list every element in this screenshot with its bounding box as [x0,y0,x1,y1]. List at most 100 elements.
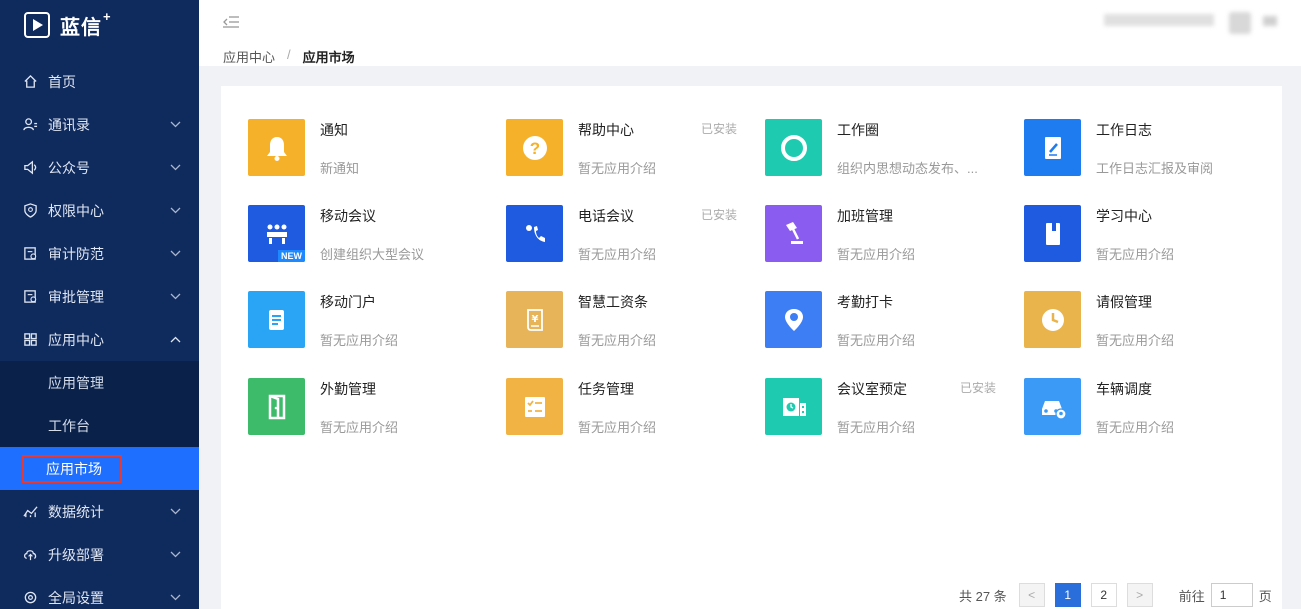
app-description: 工作日志汇报及审阅 [1096,161,1214,176]
app-card[interactable]: 通知 新通知 [248,119,498,179]
app-name: 电话会议 [578,208,634,224]
app-card[interactable]: 会议室预定 暂无应用介绍 已安装 [765,378,1015,438]
pagination: 共 27 条 < 1 2 > 前往 页 [959,583,1272,607]
installed-badge: 已安装 [960,381,997,395]
submenu-item-1[interactable]: 工作台 [0,404,199,447]
app-description: 组织内思想动态发布、... [837,161,978,176]
sidebar-nav: 首页通讯录公众号权限中心审计防范审批管理应用中心应用管理 工作台 应用市场数据统计升… [0,60,199,609]
breadcrumb: 应用中心 / 应用市场 [223,47,355,66]
brand-logo[interactable]: 蓝信 + [0,0,199,50]
app-card[interactable]: 移动门户暂无应用介绍 [248,291,498,351]
app-description: 暂无应用介绍 [1096,247,1175,262]
portal-icon [248,291,305,348]
app-card[interactable]: 工作圈 组织内思想动态发布、... [765,119,1015,179]
app-card[interactable]: 考勤打卡暂无应用介绍 [765,291,1015,351]
sidebar-item-label: 应用中心 [48,331,104,348]
app-card[interactable]: 加班管理暂无应用介绍 [765,205,1015,265]
app-name: 移动会议 [320,208,376,224]
next-page-button[interactable]: > [1126,583,1153,607]
journal-icon [1024,119,1081,176]
sidebar-item-label: 审计防范 [48,245,104,262]
top-header: 应用中心 / 应用市场 [199,0,1301,66]
sidebar-item-2[interactable]: 公众号 [0,146,199,189]
new-tag: NEW [278,250,305,262]
sidebar-item-9[interactable]: 全局设置 [0,576,199,609]
sidebar-item-0[interactable]: 首页 [0,60,199,103]
app-name: 请假管理 [1096,294,1152,310]
app-description: 暂无应用介绍 [837,247,916,262]
sidebar-item-3[interactable]: 权限中心 [0,189,199,232]
meeting-icon: NEW [248,205,305,262]
grid-icon [22,332,38,348]
brand-plus: + [103,8,111,24]
breadcrumb-item-app-center[interactable]: 应用中心 [223,47,275,66]
app-name: 工作日志 [1096,122,1152,138]
sidebar-item-label: 升级部署 [48,546,104,563]
sidebar-item-1[interactable]: 通讯录 [0,103,199,146]
audit-icon [22,246,38,262]
sidebar-item-5[interactable]: 审批管理 [0,275,199,318]
app-description: 暂无应用介绍 [578,161,657,176]
app-card[interactable]: 电话会议 暂无应用介绍 已安装 [506,205,756,265]
app-card[interactable]: 学习中心 暂无应用介绍 [1024,205,1274,265]
submenu-item-0[interactable]: 应用管理 [0,361,199,404]
installed-badge: 已安装 [701,122,738,136]
app-card[interactable]: 请假管理 暂无应用介绍 [1024,291,1274,351]
sidebar-item-label: 通讯录 [48,116,90,133]
prev-page-button[interactable]: < [1018,583,1045,607]
chevron-down-icon [170,207,181,214]
sidebar-item-7[interactable]: 数据统计 [0,490,199,533]
page-2-button[interactable]: 2 [1090,583,1117,607]
room-icon [765,378,822,435]
circle-icon [765,119,822,176]
speaker-icon [22,160,38,176]
app-name: 车辆调度 [1096,381,1152,397]
app-name: 考勤打卡 [837,294,893,310]
app-name: 移动门户 [320,294,376,310]
sidebar-item-8[interactable]: 升级部署 [0,533,199,576]
sidebar-item-label: 数据统计 [48,503,104,520]
brand-name: 蓝信 [60,16,102,39]
shield-icon [22,203,38,219]
pagination-total: 共 27 条 [959,588,1007,604]
chevron-up-icon [170,336,181,343]
app-name: 加班管理 [837,208,893,224]
app-name: 帮助中心 [578,122,634,138]
app-description: 暂无应用介绍 [320,333,399,348]
chevron-down-icon [170,164,181,171]
car-icon [1024,378,1081,435]
submenu-item-2[interactable]: 应用市场 [0,447,199,490]
sidebar-item-6[interactable]: 应用中心 [0,318,199,361]
app-description: 暂无应用介绍 [578,420,657,435]
settings-icon [22,590,38,606]
user-menu-blurred[interactable] [1263,16,1277,26]
page-suffix-label: 页 [1258,588,1272,604]
app-description: 暂无应用介绍 [837,333,916,348]
app-card[interactable]: 车辆调度 暂无应用介绍 [1024,378,1274,438]
bell-icon [248,119,305,176]
upload-icon [22,547,38,563]
app-card[interactable]: ? 帮助中心 暂无应用介绍 已安装 [506,119,756,179]
svg-text:¥: ¥ [531,314,538,325]
door-icon [248,378,305,435]
chevron-down-icon [170,508,181,515]
sidebar-item-4[interactable]: 审计防范 [0,232,199,275]
app-name: 外勤管理 [320,381,376,397]
avatar[interactable] [1229,12,1251,34]
approval-icon [22,289,38,305]
breadcrumb-separator: / [287,47,291,62]
app-card[interactable]: NEW 移动会议 创建组织大型会议 [248,205,498,265]
app-card[interactable]: 任务管理 暂无应用介绍 [506,378,756,438]
sidebar-item-label: 公众号 [48,159,90,176]
collapse-menu-icon[interactable] [223,16,239,28]
location-icon [765,291,822,348]
goto-page-input[interactable] [1210,583,1253,607]
page-1-button[interactable]: 1 [1054,583,1081,607]
home-icon [22,74,38,90]
app-card[interactable]: ¥ 智慧工资条 暂无应用介绍 [506,291,756,351]
app-description: 暂无应用介绍 [578,333,657,348]
app-card[interactable]: 工作日志工作日志汇报及审阅 [1024,119,1274,179]
sidebar-item-label: 全局设置 [48,589,104,606]
sidebar-item-label: 权限中心 [48,202,104,219]
app-card[interactable]: 外勤管理 暂无应用介绍 [248,378,498,438]
